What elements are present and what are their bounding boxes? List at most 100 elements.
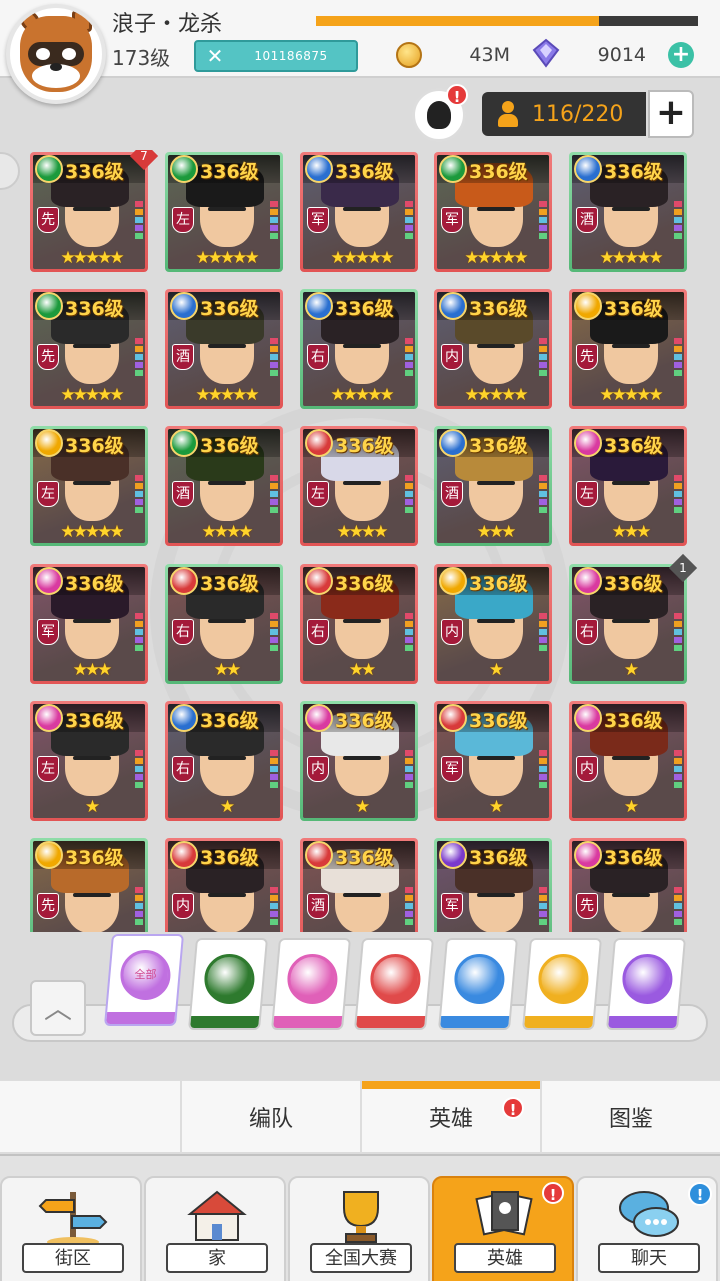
hero-card[interactable]: 336级军 ★★★★★ (300, 152, 418, 272)
signpost-icon (38, 1192, 108, 1247)
hero-gauge (135, 201, 143, 245)
hero-card[interactable]: 336级先 (569, 838, 687, 932)
faction-pink-icon (305, 704, 333, 732)
hero-eyes (477, 344, 515, 348)
hero-card[interactable]: 336级内 ★ (434, 564, 552, 684)
filter-tab-all[interactable]: 全部 (103, 934, 185, 1026)
house-icon (187, 1190, 247, 1241)
hero-gauge (674, 887, 682, 931)
hero-card[interactable]: 336级酒 (300, 838, 418, 932)
hero-eyes (73, 619, 111, 623)
hero-level: 336级 (200, 161, 259, 183)
hero-gauge (270, 613, 278, 657)
faction-gold-icon (574, 292, 602, 320)
hero-card[interactable]: 336级左 ★★★★★ (30, 426, 148, 546)
hero-corner-badge: 1 (668, 553, 698, 583)
nav-heroes[interactable]: 英雄 ! (432, 1176, 574, 1281)
filter-tab-pink[interactable] (270, 938, 352, 1030)
scroll-top-button[interactable]: ︿ (30, 980, 86, 1036)
hero-level: 336级 (604, 710, 663, 732)
hero-card[interactable]: 336级左 ★★★★★ (165, 152, 283, 272)
hero-card[interactable]: 336级右 ★★ (165, 564, 283, 684)
hero-role-badge: 左 (307, 481, 329, 507)
hero-card[interactable]: 336级先 ★★★★★ 7 (30, 150, 159, 272)
faction-blue-icon (574, 155, 602, 183)
hero-card[interactable]: 336级右 ★★ (300, 564, 418, 684)
hero-stars: ★★ (213, 660, 241, 680)
gem-icon (532, 38, 560, 68)
hero-card-inner: 336级左 ★★★★ (303, 429, 415, 543)
hero-card[interactable]: 336级军 (434, 838, 552, 932)
hero-card[interactable]: 336级左 ★ (30, 701, 148, 821)
hero-eyes (612, 481, 650, 485)
faction-pink-icon (574, 704, 602, 732)
hero-stars: ★★★★★ (195, 248, 259, 268)
hero-card[interactable]: 336级酒 ★★★★★ (569, 152, 687, 272)
add-gems-button[interactable]: + (668, 42, 694, 68)
hero-card[interactable]: 336级军 ★★★★★ (434, 152, 552, 272)
tab-formation[interactable]: 编队 (180, 1081, 360, 1153)
hero-level: 336级 (335, 161, 394, 183)
hero-card[interactable]: 336级右 ★ (165, 701, 283, 821)
hero-card[interactable]: 336级左 ★★★ (569, 426, 687, 546)
filter-tab-gold[interactable] (521, 938, 603, 1030)
filter-tab-red[interactable] (353, 938, 435, 1030)
hero-card[interactable]: 336级先 ★★★★★ (30, 289, 148, 409)
hero-eyes (208, 481, 246, 485)
nav-chat[interactable]: 聊天 ! (576, 1176, 718, 1281)
hero-card[interactable]: 336级内 ★ (569, 701, 687, 821)
nav-home[interactable]: 家 (144, 1176, 286, 1281)
hero-cards-icon (475, 1191, 533, 1236)
avatar-eye (62, 48, 76, 60)
hero-subtabs: 编队 英雄 图鉴 ! (0, 1080, 720, 1153)
bottom-nav: 街区 家 全国大赛 英雄 ! 聊天 ! (0, 1154, 720, 1281)
combat-power-box[interactable]: ✕ 101186875 (194, 40, 358, 72)
hero-card[interactable]: 336级内 ★ (300, 701, 418, 821)
filter-tab-green[interactable] (187, 938, 269, 1030)
hero-card-inner: 336级左 ★★★★★ (33, 429, 145, 543)
nav-national[interactable]: 全国大赛 (288, 1176, 430, 1281)
filter-tab-strip (190, 1016, 260, 1028)
hero-level: 336级 (335, 847, 394, 869)
hero-card[interactable]: 336级右 ★★★★★ (300, 289, 418, 409)
hero-card[interactable]: 336级酒 ★★★ (434, 426, 552, 546)
hero-card-inner: 336级先 ★★★★★ (572, 292, 684, 406)
filter-tab-purple[interactable] (605, 938, 687, 1030)
faction-green-icon (439, 155, 467, 183)
hero-card[interactable]: 336级酒 ★★★★★ (165, 289, 283, 409)
expand-roster-button[interactable]: + (648, 90, 694, 138)
hero-role-badge: 酒 (172, 481, 194, 507)
hero-card[interactable]: 336级先 ★★★★★ (569, 289, 687, 409)
player-avatar[interactable] (6, 4, 106, 104)
nav-street[interactable]: 街区 (0, 1176, 142, 1281)
tab-codex[interactable]: 图鉴 (540, 1081, 720, 1153)
hero-card[interactable]: 336级右 ★ 1 (569, 553, 698, 684)
hero-gauge (405, 887, 413, 931)
hero-card-inner: 336级左 ★ (33, 704, 145, 818)
hero-eyes (73, 344, 111, 348)
hero-role-badge: 军 (307, 207, 329, 233)
hero-card[interactable]: 336级内 ★★★★★ (434, 289, 552, 409)
hero-eyes (73, 481, 111, 485)
side-pull-tab[interactable] (0, 152, 20, 190)
hero-card[interactable]: 336级内 (165, 838, 283, 932)
hero-card[interactable]: 336级军 ★★★ (30, 564, 148, 684)
faction-blue-icon (305, 155, 333, 183)
hero-card[interactable]: 336级先 (30, 838, 148, 932)
hero-gauge (135, 750, 143, 794)
hero-role-badge: 先 (576, 344, 598, 370)
faction-blue-icon (439, 429, 467, 457)
avatar-nose (50, 63, 62, 71)
filter-tab-blue[interactable] (437, 938, 519, 1030)
hero-card[interactable]: 336级军 ★ (434, 701, 552, 821)
faction-blue-icon (170, 704, 198, 732)
hero-card[interactable]: 336级左 ★★★★ (300, 426, 418, 546)
faction-gold-icon (35, 841, 63, 869)
hero-eyes (208, 207, 246, 211)
hero-level: 336级 (65, 710, 124, 732)
hero-eyes (73, 893, 111, 897)
hero-level: 336级 (469, 298, 528, 320)
hero-gauge (674, 475, 682, 519)
hero-level: 336级 (65, 161, 124, 183)
hero-card[interactable]: 336级酒 ★★★★ (165, 426, 283, 546)
